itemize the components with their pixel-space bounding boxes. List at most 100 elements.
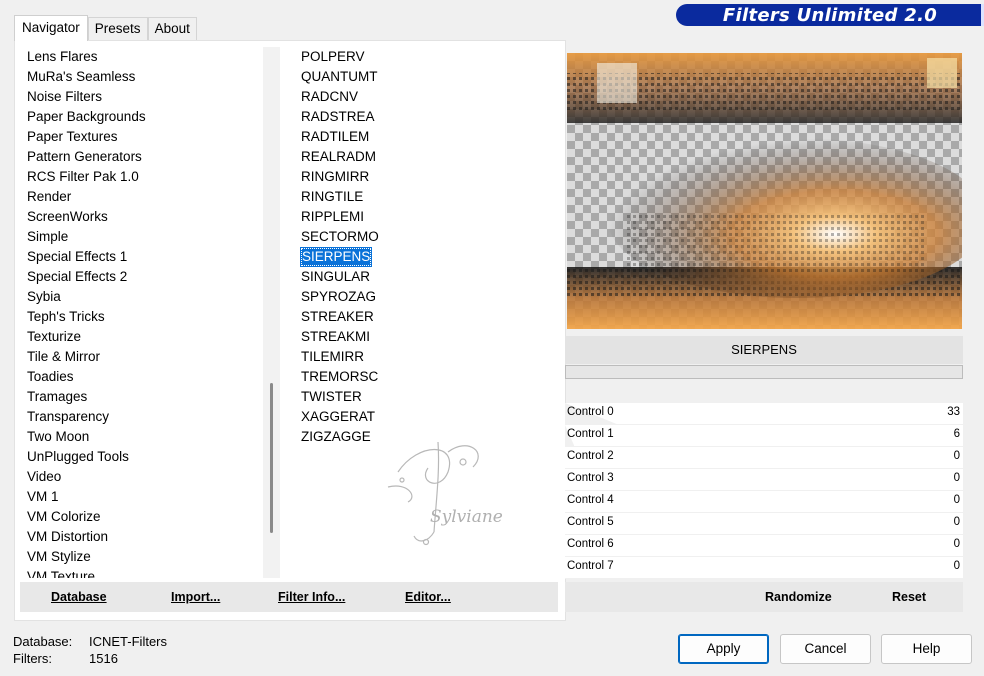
filter-item[interactable]: STREAKMI (289, 327, 557, 347)
category-item[interactable]: Tile & Mirror (20, 347, 263, 367)
filter-item-label: STREAKMI (301, 329, 371, 344)
filter-item-label: TILEMIRR (301, 349, 365, 364)
filter-item-label: SECTORMO (301, 229, 379, 244)
control-label: Control 1 (567, 428, 614, 440)
control-value: 0 (953, 472, 960, 484)
category-scrollbar-thumb[interactable] (270, 383, 273, 533)
category-item[interactable]: VM Texture (20, 567, 263, 578)
import-button[interactable]: Import... (171, 590, 220, 604)
category-item[interactable]: Two Moon (20, 427, 263, 447)
category-item[interactable]: Video (20, 467, 263, 487)
filter-item[interactable]: POLPERV (289, 47, 557, 67)
category-item[interactable]: VM 1 (20, 487, 263, 507)
filter-item[interactable]: TREMORSC (289, 367, 557, 387)
right-button-bar: Randomize Reset (565, 582, 963, 612)
filter-item-label: SPYROZAG (301, 289, 377, 304)
control-slider[interactable]: Control 1 6 (565, 425, 963, 447)
filters-count-value: 1516 (89, 651, 118, 666)
filter-item[interactable]: REALRADM (289, 147, 557, 167)
watermark-text: Sylviane (430, 507, 503, 527)
category-item[interactable]: Special Effects 1 (20, 247, 263, 267)
control-slider[interactable]: Control 5 0 (565, 513, 963, 535)
filter-item-label: RADSTREA (301, 109, 375, 124)
control-slider[interactable]: Control 0 33 (565, 403, 963, 425)
control-label: Control 3 (567, 472, 614, 484)
category-scrollbar[interactable] (263, 47, 280, 578)
category-item[interactable]: Special Effects 2 (20, 267, 263, 287)
filter-item-label: RIPPLEMI (301, 209, 365, 224)
filter-item[interactable]: STREAKER (289, 307, 557, 327)
filter-item-label: SINGULAR (301, 269, 371, 284)
tab-presets[interactable]: Presets (87, 17, 148, 41)
category-item[interactable]: Tramages (20, 387, 263, 407)
category-item[interactable]: Texturize (20, 327, 263, 347)
filter-info-button[interactable]: Filter Info... (278, 590, 345, 604)
category-item[interactable]: Pattern Generators (20, 147, 263, 167)
filter-item[interactable]: QUANTUMT (289, 67, 557, 87)
control-label: Control 7 (567, 560, 614, 572)
filter-item[interactable]: RINGMIRR (289, 167, 557, 187)
control-slider[interactable]: Control 6 0 (565, 535, 963, 557)
category-item[interactable]: Sybia (20, 287, 263, 307)
database-info-label: Database: (13, 634, 73, 649)
database-button[interactable]: Database (51, 590, 107, 604)
filter-item-label: RINGTILE (301, 189, 364, 204)
filter-list[interactable]: Sylviane POLPERV QUANTUMT RADCNV RADSTREA RA… (289, 47, 557, 578)
filter-item[interactable]: TILEMIRR (289, 347, 557, 367)
filter-item[interactable]: SPYROZAG (289, 287, 557, 307)
category-item[interactable]: VM Distortion (20, 527, 263, 547)
filter-item[interactable]: SINGULAR (289, 267, 557, 287)
tab-bar: Navigator Presets About (14, 15, 197, 41)
control-value: 33 (947, 406, 960, 418)
category-item[interactable]: VM Stylize (20, 547, 263, 567)
filter-item[interactable]: XAGGERAT (289, 407, 557, 427)
control-slider[interactable]: Control 3 0 (565, 469, 963, 491)
category-item[interactable]: Noise Filters (20, 87, 263, 107)
category-item[interactable]: MuRa's Seamless (20, 67, 263, 87)
filter-item[interactable]: RADTILEM (289, 127, 557, 147)
filter-item-label: ZIGZAGGE (301, 429, 371, 444)
filter-item[interactable]: SIERPENS (289, 247, 557, 267)
category-item[interactable]: Paper Textures (20, 127, 263, 147)
control-slider[interactable]: Control 2 0 (565, 447, 963, 469)
apply-button[interactable]: Apply (678, 634, 769, 664)
control-value: 6 (953, 428, 960, 440)
filter-item[interactable]: RINGTILE (289, 187, 557, 207)
category-item[interactable]: Render (20, 187, 263, 207)
control-value: 0 (953, 560, 960, 572)
cancel-button[interactable]: Cancel (780, 634, 871, 664)
category-item[interactable]: UnPlugged Tools (20, 447, 263, 467)
category-list[interactable]: Lens Flares MuRa's Seamless Noise Filters P… (20, 47, 263, 578)
category-item[interactable]: Teph's Tricks (20, 307, 263, 327)
control-slider[interactable]: Control 7 0 (565, 557, 963, 579)
help-button[interactable]: Help (881, 634, 972, 664)
category-item[interactable]: Toadies (20, 367, 263, 387)
control-label: Control 6 (567, 538, 614, 550)
filter-item[interactable]: TWISTER (289, 387, 557, 407)
filter-item[interactable]: SECTORMO (289, 227, 557, 247)
randomize-button[interactable]: Randomize (765, 590, 832, 604)
category-item[interactable]: RCS Filter Pak 1.0 (20, 167, 263, 187)
category-item[interactable]: VM Colorize (20, 507, 263, 527)
category-item[interactable]: Simple (20, 227, 263, 247)
filter-item-label: RINGMIRR (301, 169, 370, 184)
category-item[interactable]: Paper Backgrounds (20, 107, 263, 127)
category-item[interactable]: Lens Flares (20, 47, 263, 67)
control-slider[interactable]: Control 4 0 (565, 491, 963, 513)
app-title-banner: Filters Unlimited 2.0 (676, 4, 984, 26)
filter-item[interactable]: RADCNV (289, 87, 557, 107)
reset-button[interactable]: Reset (892, 590, 926, 604)
preview-image (567, 53, 962, 329)
category-item[interactable]: ScreenWorks (20, 207, 263, 227)
progress-bar (565, 365, 963, 379)
filter-item[interactable]: RADSTREA (289, 107, 557, 127)
filter-item-label: RADCNV (301, 89, 359, 104)
database-info: Database: ICNET-Filters (13, 634, 167, 649)
filter-item[interactable]: RIPPLEMI (289, 207, 557, 227)
tab-about[interactable]: About (147, 17, 197, 41)
tab-navigator[interactable]: Navigator (14, 15, 88, 41)
filters-count-label: Filters: (13, 651, 52, 666)
filter-item-label: TWISTER (301, 389, 362, 404)
editor-button[interactable]: Editor... (405, 590, 451, 604)
category-item[interactable]: Transparency (20, 407, 263, 427)
